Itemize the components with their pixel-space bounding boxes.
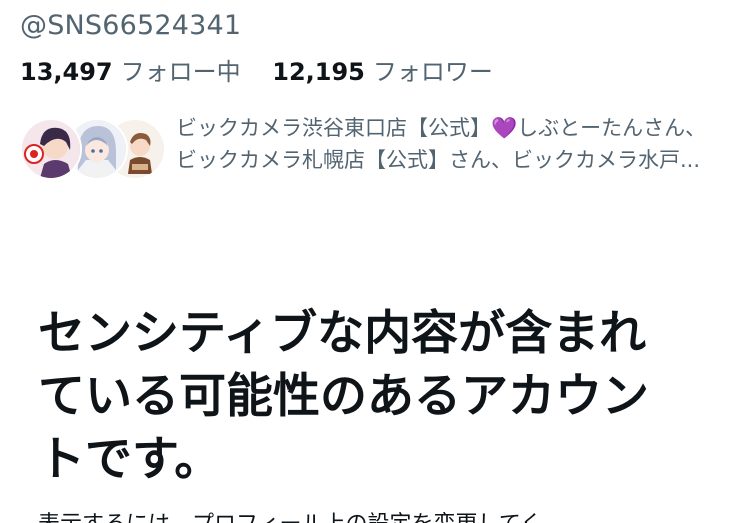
profile-handle: @SNS66524341	[20, 10, 242, 41]
follow-stats: 13,497 フォロー中 12,195 フォロワー	[20, 52, 493, 87]
followers-link[interactable]: 12,195 フォロワー	[272, 52, 493, 87]
followers-you-know[interactable]: ビックカメラ渋谷東口店【公式】💜しぶとーたんさん、 ビックカメラ札幌店【公式】さ…	[20, 112, 730, 188]
followed-by-line-1: ビックカメラ渋谷東口店【公式】💜しぶとーたんさん、	[176, 112, 730, 144]
profile-page: @SNS66524341 13,497 フォロー中 12,195 フォロワー ビ…	[0, 0, 744, 523]
sensitive-warning-title: センシティブな内容が含まれている可能性のあるアカウントです。	[38, 306, 649, 487]
followed-by-name-1-suffix: しぶとーたんさん、	[517, 116, 707, 140]
followed-by-text: ビックカメラ渋谷東口店【公式】💜しぶとーたんさん、 ビックカメラ札幌店【公式】さ…	[176, 112, 730, 180]
followed-by-name-1: ビックカメラ渋谷東口店【公式】	[176, 116, 491, 140]
avatar	[20, 118, 82, 180]
sensitive-warning-body: 表示するには、プロフィール上の設定を変更してく	[38, 510, 728, 523]
followers-label: フォロワー	[372, 58, 493, 86]
followers-count: 12,195	[272, 58, 365, 86]
purple-heart-icon: 💜	[491, 116, 518, 140]
followed-by-line-2: ビックカメラ札幌店【公式】さん、ビックカメラ水戸...	[176, 148, 701, 172]
following-count: 13,497	[20, 58, 113, 86]
following-link[interactable]: 13,497 フォロー中	[20, 52, 241, 87]
following-label: フォロー中	[120, 58, 241, 86]
mutual-avatars	[20, 118, 166, 180]
